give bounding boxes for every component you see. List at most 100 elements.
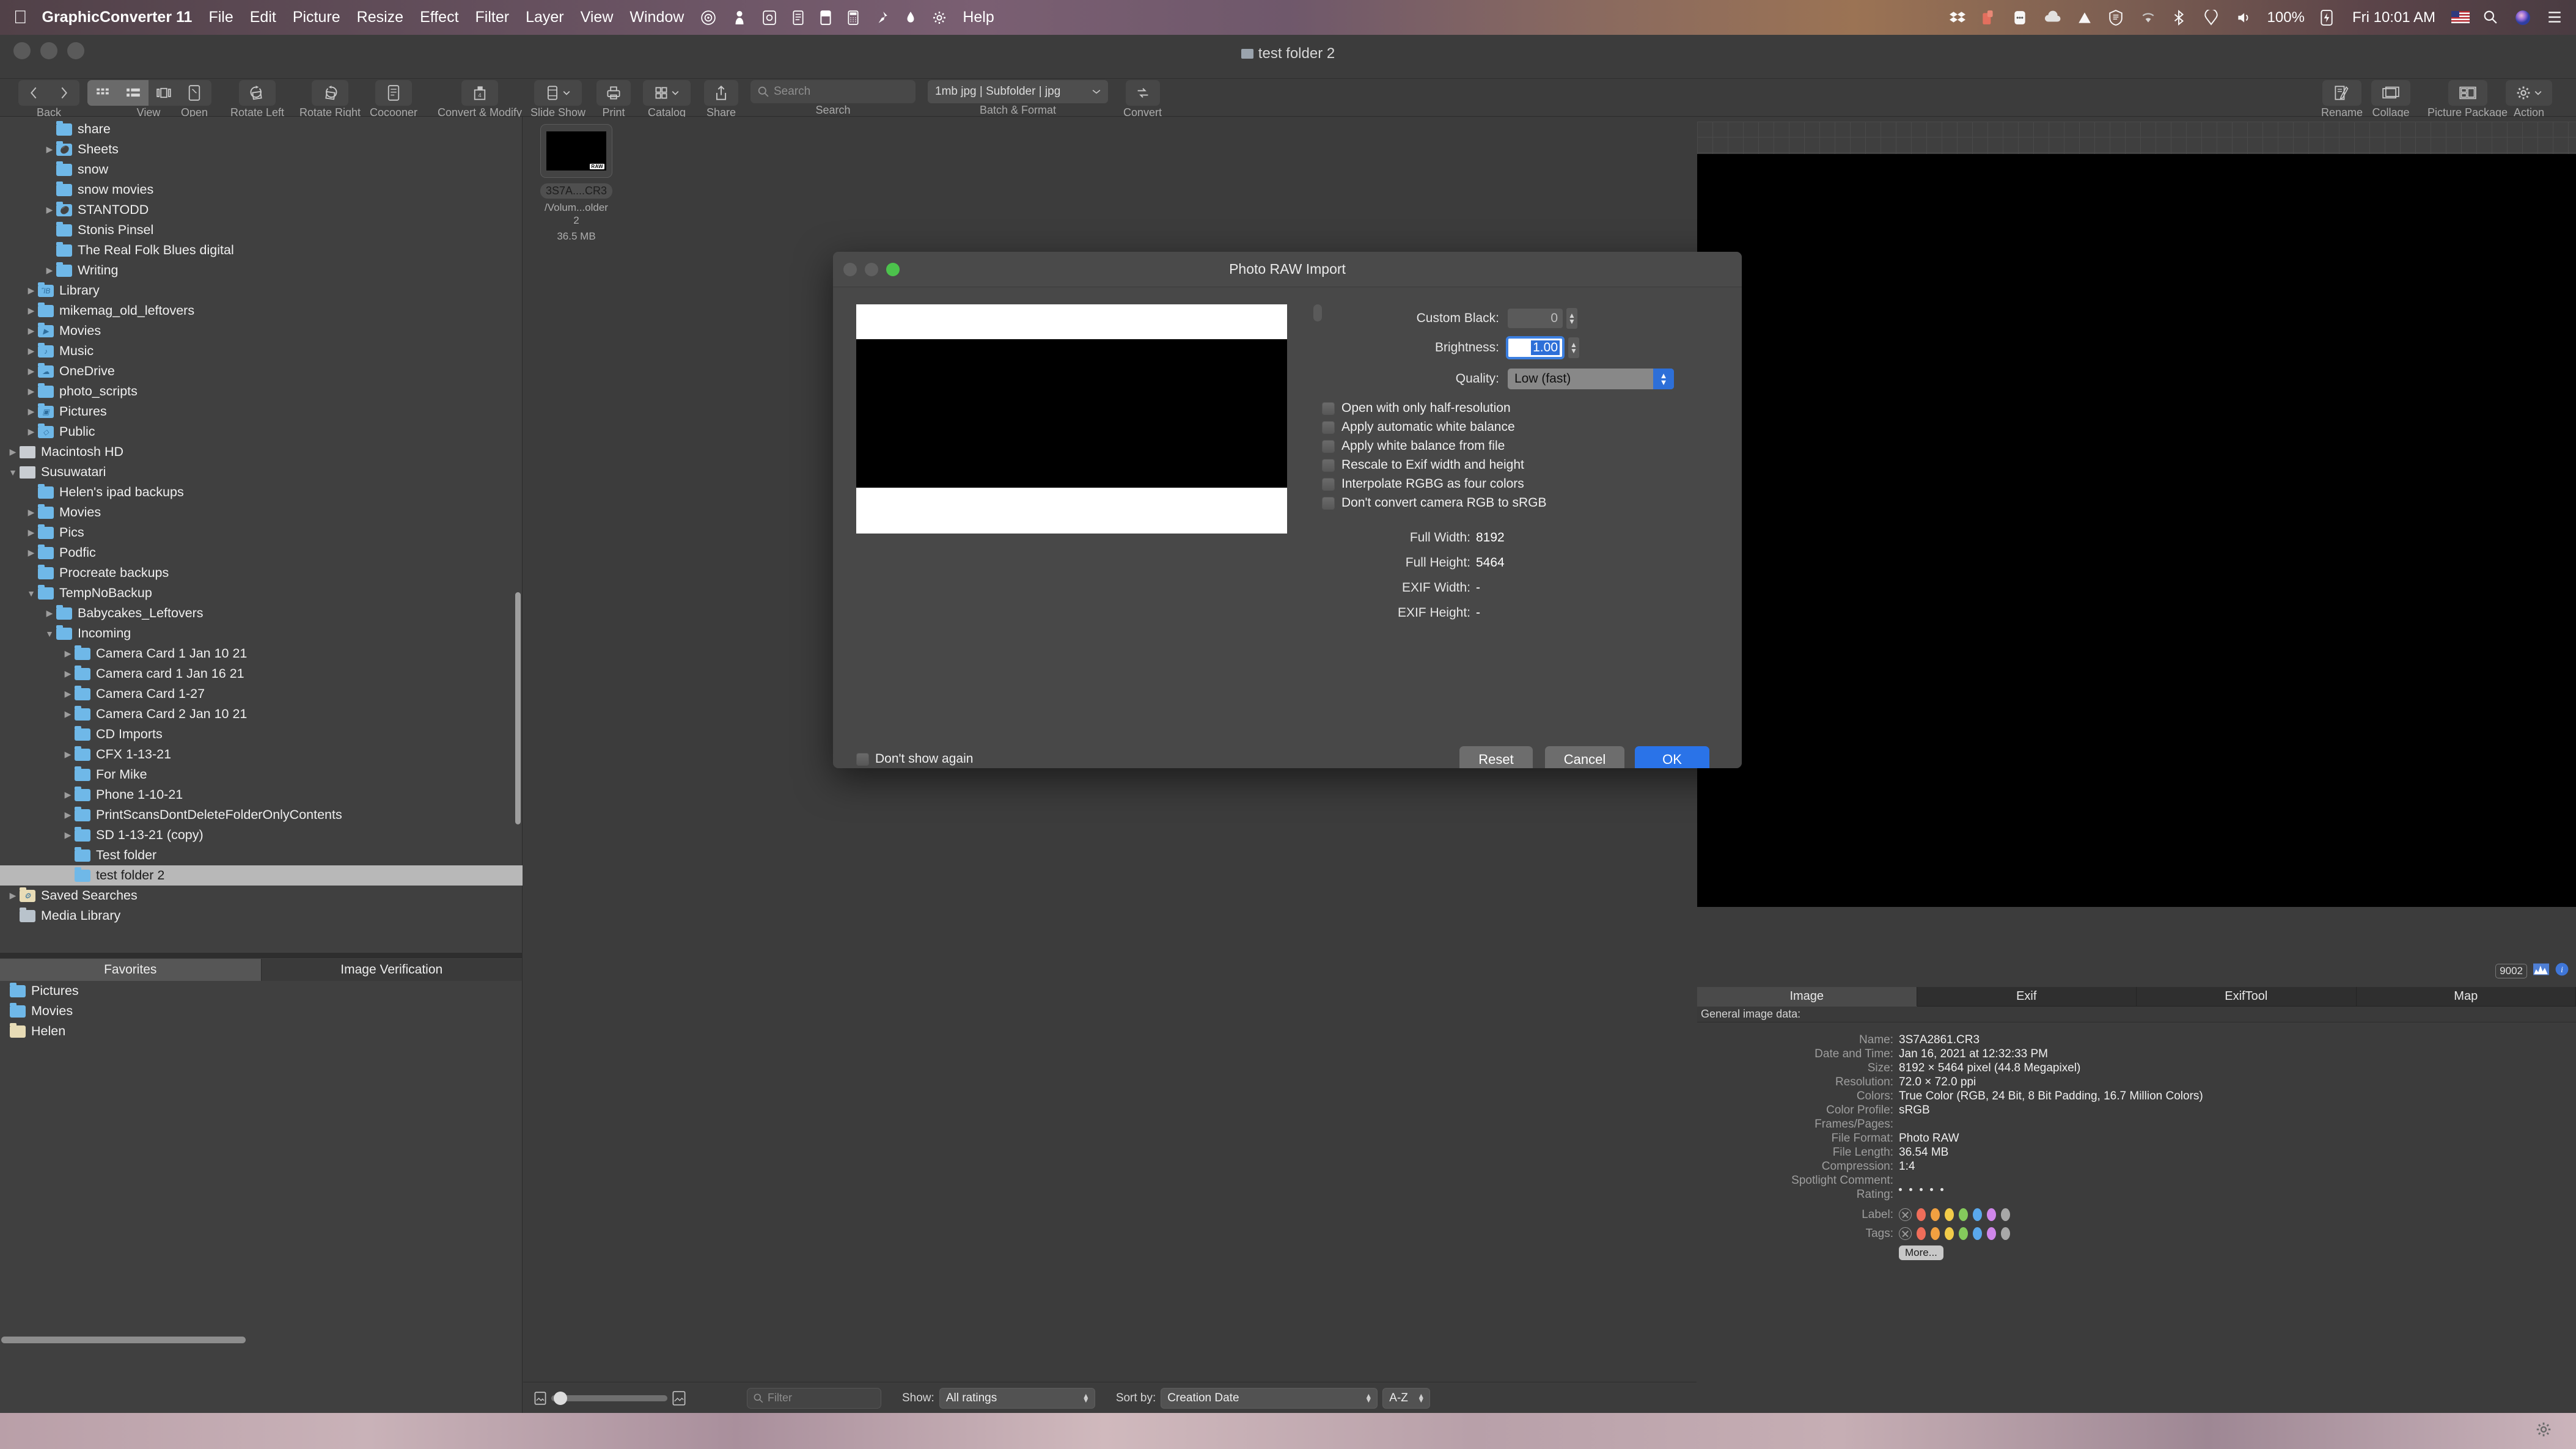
info-icon[interactable]: i <box>2555 963 2569 979</box>
quality-select[interactable]: Low (fast) ▲ ▼ <box>1508 369 1674 389</box>
calculator-icon[interactable] <box>848 10 859 25</box>
rating-dot-5[interactable] <box>1940 1188 1943 1191</box>
more-button[interactable]: More... <box>1899 1245 1943 1260</box>
slider-track[interactable] <box>551 1391 667 1405</box>
reset-button[interactable]: Reset <box>1459 746 1533 768</box>
share-button[interactable] <box>704 80 738 106</box>
cancel-button[interactable]: Cancel <box>1545 746 1624 768</box>
disclosure-triangle-closed-icon[interactable]: ▶ <box>6 890 20 901</box>
droplet-icon[interactable] <box>905 10 916 25</box>
tree-item-phone-1-10-21[interactable]: ▶ Phone 1-10-21 <box>0 785 523 805</box>
rating-dot-2[interactable] <box>1909 1188 1912 1191</box>
print-button[interactable] <box>596 80 631 106</box>
gear-icon[interactable] <box>933 10 946 25</box>
convert-button[interactable] <box>1125 80 1160 106</box>
disclosure-triangle-closed-icon[interactable]: ▶ <box>61 709 75 719</box>
tab-image[interactable]: Image <box>1697 987 1917 1007</box>
desktop-gear-icon[interactable] <box>2536 1421 2552 1437</box>
slider-knob[interactable] <box>554 1391 567 1405</box>
tab-exif[interactable]: Exif <box>1917 987 2137 1007</box>
tree-item-incoming[interactable]: ▼ Incoming <box>0 623 523 644</box>
camera-icon[interactable] <box>763 10 777 25</box>
notes-icon[interactable] <box>793 10 804 25</box>
action-button[interactable] <box>2506 80 2552 106</box>
image-preview[interactable] <box>1697 117 2576 907</box>
thumbnail-item[interactable]: RAW 3S7A....CR3 /Volum...older 2 36.5 MB <box>540 124 612 243</box>
tags-swatch-2[interactable] <box>1945 1227 1954 1240</box>
tree-item-mikemag-old-leftovers[interactable]: ▶ mikemag_old_leftovers <box>0 301 523 321</box>
filmstrip-view-icon[interactable] <box>149 80 179 106</box>
tree-item-media-library[interactable]: Media Library <box>0 906 523 926</box>
tree-item-snow-movies[interactable]: snow movies <box>0 180 523 200</box>
checkbox-0[interactable] <box>1322 402 1335 415</box>
label-swatch-0[interactable] <box>1917 1208 1926 1221</box>
disclosure-triangle-closed-icon[interactable]: ▶ <box>24 427 38 437</box>
tree-item-movies[interactable]: ▶ Movies <box>0 502 523 523</box>
disclosure-triangle-closed-icon[interactable]: ▶ <box>61 749 75 760</box>
checkbox-3[interactable] <box>1322 458 1335 472</box>
disclosure-triangle-closed-icon[interactable]: ▶ <box>61 648 75 659</box>
thumbnail-size-slider[interactable] <box>534 1390 686 1406</box>
control-center-icon[interactable] <box>2547 10 2563 26</box>
open-button[interactable] <box>177 80 211 106</box>
tree-item-camera-card-1-27[interactable]: ▶ Camera Card 1-27 <box>0 684 523 704</box>
checkbox-2[interactable] <box>1322 439 1335 453</box>
checkbox-1[interactable] <box>1322 420 1335 434</box>
disclosure-triangle-closed-icon[interactable]: ▶ <box>24 406 38 417</box>
menu-item-edit[interactable]: Edit <box>250 9 276 26</box>
tree-item-printscansdontdeletefolderonlycontents[interactable]: ▶ PrintScansDontDeleteFolderOnlyContents <box>0 805 523 825</box>
tree-item-cd-imports[interactable]: CD Imports <box>0 724 523 744</box>
tree-item-camera-card-1-jan-16-21[interactable]: ▶ Camera card 1 Jan 16 21 <box>0 664 523 684</box>
folder-tree[interactable]: share ▶ ⚫ Sheets snow snow movies ▶ ⚫ STANTODD St… <box>0 119 523 941</box>
disclosure-triangle-open-icon[interactable]: ▼ <box>24 589 38 598</box>
checkbox-row-0[interactable]: Open with only half-resolution <box>1322 401 1511 416</box>
favorite-item-movies[interactable]: Movies <box>0 1001 523 1021</box>
tree-item-procreate-backups[interactable]: Procreate backups <box>0 563 523 583</box>
tree-item-test-folder-2[interactable]: test folder 2 <box>0 865 523 886</box>
disclosure-triangle-closed-icon[interactable]: ▶ <box>61 810 75 820</box>
siri-icon[interactable] <box>2515 10 2531 26</box>
tree-item-sd-1-13-21-copy[interactable]: ▶ SD 1-13-21 (copy) <box>0 825 523 845</box>
disclosure-triangle-open-icon[interactable]: ▼ <box>6 468 20 477</box>
tree-item-camera-card-1-jan-10-21[interactable]: ▶ Camera Card 1 Jan 10 21 <box>0 644 523 664</box>
bluetooth-icon[interactable] <box>2172 9 2188 26</box>
dialog-vertical-handle[interactable] <box>1313 304 1322 321</box>
tags-clear-icon[interactable] <box>1899 1227 1912 1240</box>
label-swatch-6[interactable] <box>2001 1208 2010 1221</box>
pin-icon[interactable] <box>875 10 889 25</box>
app-name-menu[interactable]: GraphicConverter 11 <box>42 9 193 26</box>
custom-black-stepper[interactable]: ▲ ▼ <box>1566 308 1577 329</box>
filter-input[interactable]: Filter <box>747 1387 881 1409</box>
checkbox-4[interactable] <box>1322 477 1335 491</box>
cocooner-button[interactable] <box>375 80 413 106</box>
label-swatch-3[interactable] <box>1959 1208 1968 1221</box>
battery-icon[interactable] <box>820 10 831 25</box>
list-view-icon[interactable] <box>118 80 149 106</box>
tree-item-sheets[interactable]: ▶ ⚫ Sheets <box>0 139 523 160</box>
disclosure-triangle-closed-icon[interactable]: ▶ <box>61 689 75 699</box>
tree-item-writing[interactable]: ▶ Writing <box>0 260 523 281</box>
rotate-left-button[interactable] <box>239 80 276 106</box>
tree-item-podfic[interactable]: ▶ Podfic <box>0 543 523 563</box>
disclosure-triangle-closed-icon[interactable]: ▶ <box>24 285 38 296</box>
menu-item-effect[interactable]: Effect <box>420 9 458 26</box>
convert-modify-button[interactable]: 4 <box>461 80 499 106</box>
batch-format-select[interactable]: 1mb jpg | Subfolder | jpg <box>928 80 1108 103</box>
rating-dot-1[interactable] <box>1899 1188 1902 1191</box>
search-icon[interactable] <box>2483 10 2499 26</box>
battery-percent[interactable]: 100% <box>2267 9 2305 26</box>
cloud-icon[interactable] <box>2044 10 2061 26</box>
disclosure-triangle-closed-icon[interactable]: ▶ <box>24 326 38 336</box>
person-icon[interactable] <box>733 10 746 26</box>
brightness-input[interactable]: 1.00 <box>1506 336 1565 359</box>
tags-swatch-0[interactable] <box>1917 1227 1926 1240</box>
menu-item-file[interactable]: File <box>208 9 233 26</box>
volume-icon[interactable] <box>2236 10 2251 26</box>
tags-swatch-5[interactable] <box>1987 1227 1996 1240</box>
tree-item-cfx-1-13-21[interactable]: ▶ CFX 1-13-21 <box>0 744 523 765</box>
menu-item-view[interactable]: View <box>581 9 614 26</box>
label-swatch-4[interactable] <box>1973 1208 1982 1221</box>
ok-button[interactable]: OK <box>1635 746 1709 768</box>
tab-favorites[interactable]: Favorites <box>0 959 262 981</box>
tree-item-tempnobackup[interactable]: ▼ TempNoBackup <box>0 583 523 603</box>
